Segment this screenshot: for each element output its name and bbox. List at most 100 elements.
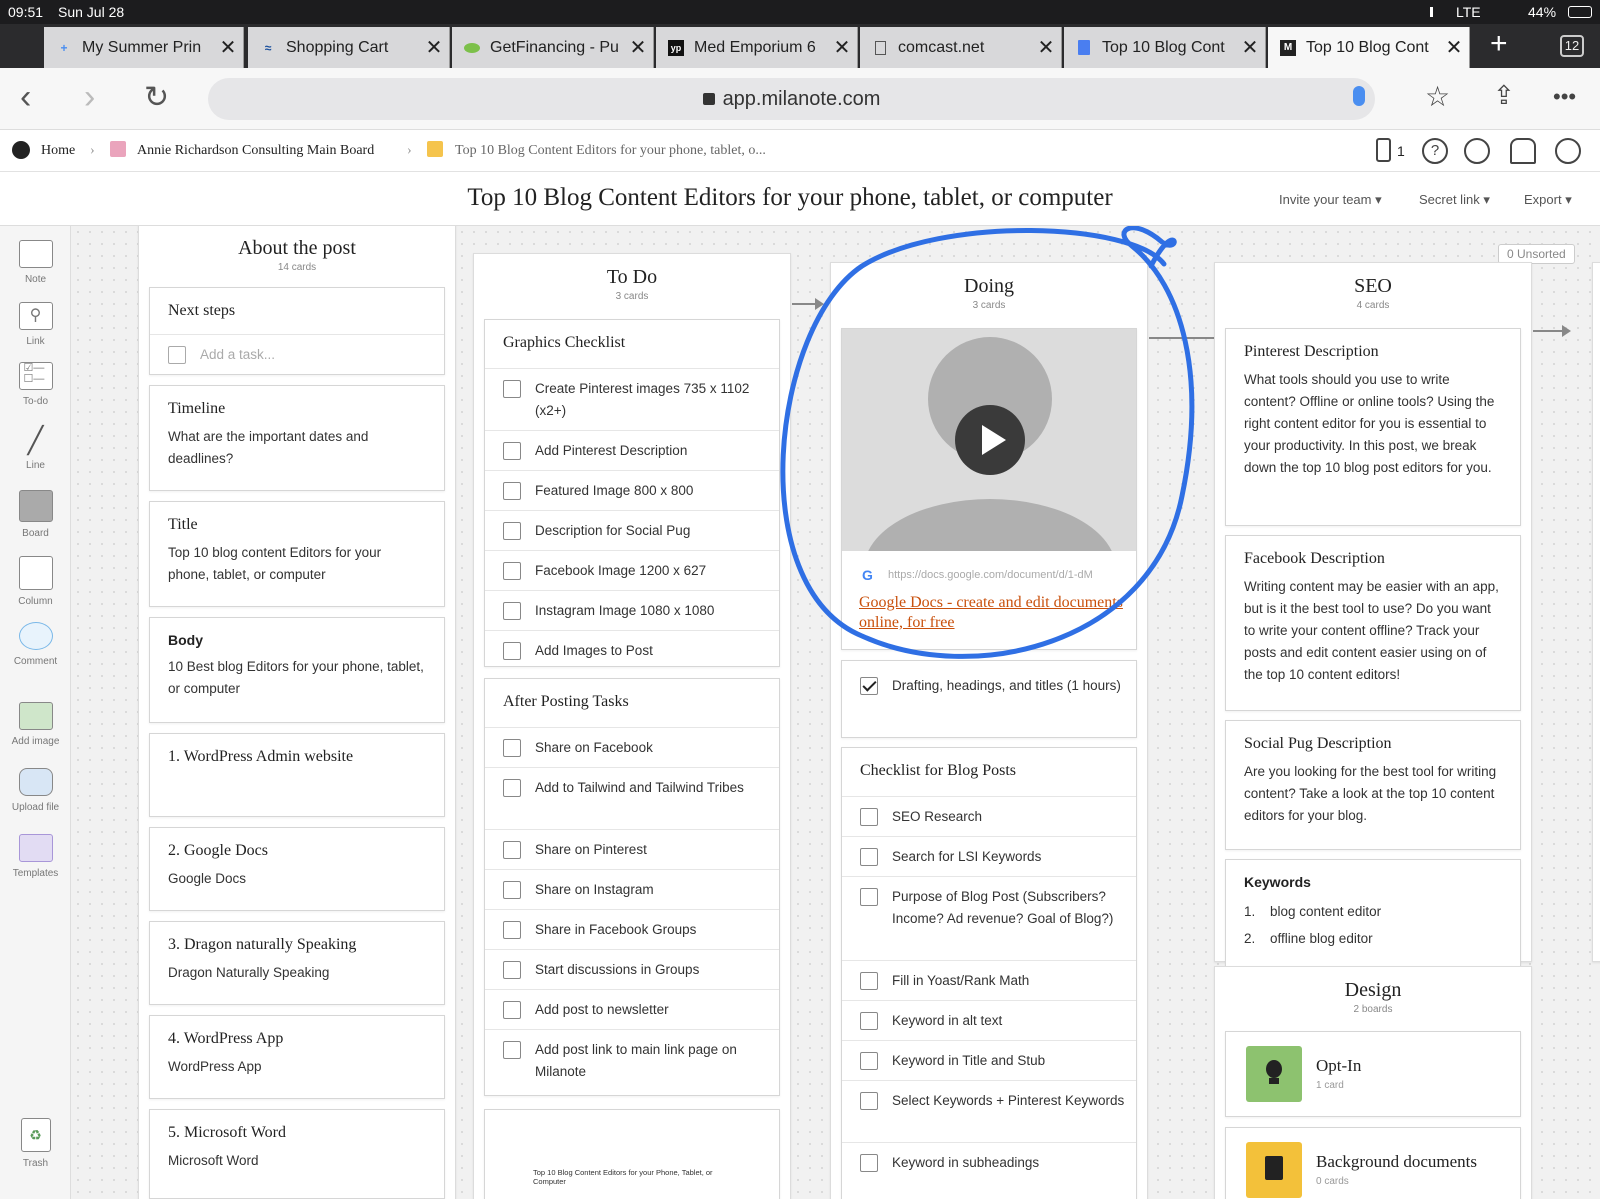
tool-comment[interactable]: Comment bbox=[0, 622, 71, 667]
checkbox[interactable] bbox=[503, 1041, 521, 1059]
todo-item[interactable]: Drafting, headings, and titles (1 hours) bbox=[842, 661, 1136, 739]
blog-checklist-card[interactable]: Checklist for Blog Posts SEO Research Se… bbox=[841, 747, 1137, 1199]
checkbox[interactable] bbox=[503, 442, 521, 460]
todo-item[interactable]: Create Pinterest images 735 x 1102 (x2+) bbox=[485, 368, 779, 430]
tool-line[interactable]: ╱ Line bbox=[0, 426, 71, 471]
checkbox[interactable] bbox=[503, 482, 521, 500]
tool-link[interactable]: ⚲ Link bbox=[0, 302, 71, 347]
keywords-card[interactable]: Keywords 1. blog content editor 2. offli… bbox=[1225, 859, 1521, 969]
checkbox[interactable] bbox=[860, 1052, 878, 1070]
tab-4[interactable]: yp Med Emporium 6 ✕ bbox=[656, 27, 858, 68]
close-tab-icon[interactable]: ✕ bbox=[419, 35, 449, 60]
checkbox[interactable] bbox=[860, 848, 878, 866]
tool-board[interactable]: Board bbox=[0, 490, 71, 539]
microphone-icon[interactable] bbox=[1353, 86, 1365, 106]
todo-item[interactable]: Keyword in alt text bbox=[842, 1000, 1136, 1040]
checkbox[interactable] bbox=[503, 841, 521, 859]
checkbox[interactable] bbox=[503, 961, 521, 979]
checkbox[interactable] bbox=[860, 1092, 878, 1110]
checkbox[interactable] bbox=[503, 779, 521, 797]
column-seo[interactable]: SEO 4 cards Pinterest Description What too… bbox=[1214, 262, 1532, 969]
todo-item[interactable]: Instagram Image 1080 x 1080 bbox=[485, 590, 779, 630]
close-tab-icon[interactable]: ✕ bbox=[623, 35, 653, 60]
checkbox[interactable] bbox=[860, 1154, 878, 1172]
share-icon[interactable]: ⇪ bbox=[1493, 80, 1515, 111]
todo-item[interactable]: Add Pinterest Description bbox=[485, 430, 779, 470]
bell-icon[interactable] bbox=[1510, 138, 1536, 164]
back-icon[interactable]: ‹ bbox=[20, 78, 31, 117]
checkbox[interactable] bbox=[860, 1012, 878, 1030]
todo-item[interactable]: Search for LSI Keywords bbox=[842, 836, 1136, 876]
todo-item[interactable]: Add post link to main link page on Milan… bbox=[485, 1029, 779, 1095]
checkbox[interactable] bbox=[503, 642, 521, 660]
todo-item[interactable]: Featured Image 800 x 800 bbox=[485, 470, 779, 510]
close-tab-icon[interactable]: ✕ bbox=[1439, 35, 1469, 60]
close-tab-icon[interactable]: ✕ bbox=[1031, 35, 1061, 60]
next-steps-card[interactable]: Next steps Add a task... bbox=[149, 287, 445, 375]
note-card[interactable]: 3. Dragon naturally Speaking Dragon Natur… bbox=[149, 921, 445, 1005]
task-card[interactable]: Drafting, headings, and titles (1 hours) bbox=[841, 660, 1137, 738]
play-button[interactable] bbox=[955, 405, 1025, 475]
breadcrumb-parent[interactable]: Annie Richardson Consulting Main Board bbox=[137, 143, 374, 159]
todo-item[interactable]: Purpose of Blog Post (Subscribers? Incom… bbox=[842, 876, 1136, 960]
export-button[interactable]: Export ▾ bbox=[1524, 192, 1572, 208]
bookmark-star-icon[interactable]: ☆ bbox=[1425, 80, 1450, 113]
tool-add-image[interactable]: Add image bbox=[0, 702, 71, 747]
column-design[interactable]: Design 2 boards Opt-In 1 card Background … bbox=[1214, 966, 1532, 1199]
todo-item[interactable]: Fill in Yoast/Rank Math bbox=[842, 960, 1136, 1000]
todo-item[interactable]: Share on Pinterest bbox=[485, 829, 779, 869]
checkbox[interactable] bbox=[503, 380, 521, 398]
todo-item[interactable]: Start discussions in Groups bbox=[485, 949, 779, 989]
tab-1[interactable]: + My Summer Prin ✕ bbox=[44, 27, 244, 68]
checkbox[interactable] bbox=[168, 346, 186, 364]
close-tab-icon[interactable]: ✕ bbox=[827, 35, 857, 60]
device-icon[interactable] bbox=[1376, 138, 1391, 162]
checkbox-checked[interactable] bbox=[860, 677, 878, 695]
todo-item[interactable]: Select Keywords + Pinterest Keywords bbox=[842, 1080, 1136, 1142]
checkbox[interactable] bbox=[503, 1001, 521, 1019]
note-card[interactable]: Title Top 10 blog content Editors for you… bbox=[149, 501, 445, 607]
graphics-checklist-card[interactable]: Graphics Checklist Create Pinterest imag… bbox=[484, 319, 780, 667]
checkbox[interactable] bbox=[503, 921, 521, 939]
tool-note[interactable]: Note bbox=[0, 240, 71, 285]
tool-trash[interactable]: ♻ Trash bbox=[0, 1118, 71, 1169]
tool-column[interactable]: Column bbox=[0, 556, 71, 607]
tool-upload-file[interactable]: Upload file bbox=[0, 768, 71, 813]
tab-count-button[interactable]: 12 bbox=[1560, 35, 1584, 57]
tool-todo[interactable]: ☑— ☐— To-do bbox=[0, 362, 71, 407]
tab-6[interactable]: Top 10 Blog Cont ✕ bbox=[1064, 27, 1266, 68]
column-about-the-post[interactable]: About the post 14 cards Next steps Add a … bbox=[138, 226, 456, 1199]
invite-team-button[interactable]: Invite your team ▾ bbox=[1279, 192, 1382, 208]
note-card[interactable]: Pinterest Description What tools should y… bbox=[1225, 328, 1521, 526]
connector-arrow[interactable] bbox=[1533, 325, 1571, 337]
tab-2[interactable]: ≈ Shopping Cart ✕ bbox=[248, 27, 450, 68]
todo-item[interactable]: Keyword in Title and Stub bbox=[842, 1040, 1136, 1080]
board-card-background-documents[interactable]: Background documents 0 cards bbox=[1225, 1127, 1521, 1199]
close-tab-icon[interactable]: ✕ bbox=[213, 35, 243, 60]
secret-link-button[interactable]: Secret link ▾ bbox=[1419, 192, 1490, 208]
checkbox[interactable] bbox=[503, 739, 521, 757]
note-card[interactable]: Facebook Description Writing content may … bbox=[1225, 535, 1521, 711]
note-card[interactable]: Body 10 Best blog Editors for your phone,… bbox=[149, 617, 445, 723]
todo-item[interactable]: Share on Facebook bbox=[485, 727, 779, 767]
checkbox[interactable] bbox=[503, 522, 521, 540]
tool-templates[interactable]: Templates bbox=[0, 834, 71, 879]
checkbox[interactable] bbox=[503, 602, 521, 620]
board-card-opt-in[interactable]: Opt-In 1 card bbox=[1225, 1031, 1521, 1117]
reload-icon[interactable]: ↻ bbox=[144, 80, 169, 115]
column-to-do[interactable]: To Do 3 cards Graphics Checklist Create P… bbox=[473, 253, 791, 1199]
note-card[interactable]: Social Pug Description Are you looking fo… bbox=[1225, 720, 1521, 850]
connector-arrow[interactable] bbox=[792, 298, 824, 310]
note-card[interactable]: Timeline What are the important dates and… bbox=[149, 385, 445, 491]
column-doing[interactable]: Doing 3 cards G https://docs.google.com/d… bbox=[830, 262, 1148, 1199]
tab-5[interactable]: comcast.net ✕ bbox=[860, 27, 1062, 68]
board-canvas[interactable]: 0 Unsorted About the post 14 cards Next s… bbox=[72, 226, 1600, 1199]
note-card[interactable]: 2. Google Docs Google Docs bbox=[149, 827, 445, 911]
user-icon[interactable] bbox=[1555, 138, 1581, 164]
help-icon[interactable]: ? bbox=[1422, 138, 1448, 164]
todo-item[interactable]: Description for Social Pug bbox=[485, 510, 779, 550]
todo-item[interactable]: Facebook Image 1200 x 627 bbox=[485, 550, 779, 590]
todo-item[interactable]: Keyword in subheadings bbox=[842, 1142, 1136, 1182]
todo-item[interactable]: SEO Research bbox=[842, 796, 1136, 836]
video-thumbnail[interactable] bbox=[842, 329, 1136, 551]
